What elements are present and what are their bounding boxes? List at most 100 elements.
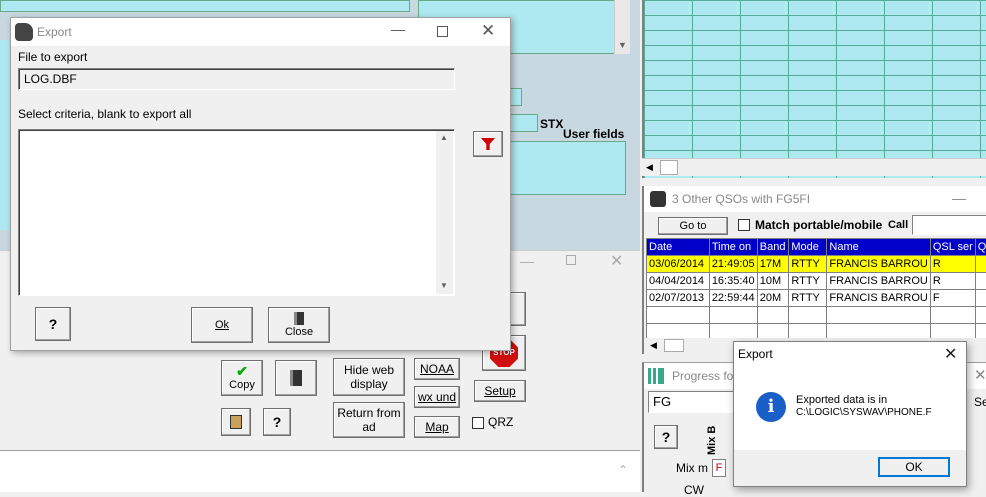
lower-window-min-icon[interactable]: — [520,253,534,269]
col-time-on[interactable]: Time on [709,239,757,256]
table-row[interactable]: 02/07/2013 22:59:44 20M RTTY FRANCIS BAR… [647,290,986,307]
call-input[interactable] [912,215,986,235]
map-label: Map [425,420,448,434]
qso-table: Date Time on Band Mode Name QSL ser QSL … [646,238,986,338]
col-mode[interactable]: Mode [789,239,827,256]
app-logo-icon [15,23,33,41]
file-to-export-field[interactable]: LOG.DBF [18,68,455,90]
goto-button[interactable]: Go to [658,217,728,235]
progress-close-icon[interactable]: ✕ [974,366,986,384]
cell: 02/07/2013 [647,290,710,307]
cell: RTTY [789,290,827,307]
qso-titlebar: 3 Other QSOs with FG5FI — [644,186,986,212]
export-help-button[interactable]: ? [35,307,71,341]
progress-help-button[interactable]: ? [654,425,678,449]
scroll-left-arrow-icon[interactable]: ◀ [646,162,653,173]
setup-button[interactable]: Setup [474,380,526,402]
user-fields-box [510,141,626,195]
message-ok-label: OK [905,460,922,474]
close-icon[interactable]: ✕ [481,21,495,41]
return-label: Return from ad [336,406,402,434]
scroll-down-arrow-icon[interactable]: ▼ [618,40,627,50]
ok-button[interactable]: Ok [191,307,253,343]
minimize-icon[interactable]: — [952,190,966,206]
scroll-up-arrow-icon[interactable]: ⌃ [618,463,628,477]
filter-funnel-icon [481,138,495,150]
top-right-grid [642,0,986,178]
exit-door-icon [294,312,304,325]
maximize-icon[interactable] [437,26,448,37]
col-qsl-sent[interactable]: QSL ser [930,239,975,256]
app-logo-icon [650,191,666,207]
paste-button[interactable] [221,408,251,436]
cell: RTTY [789,256,827,273]
exit-door-button[interactable] [275,360,317,396]
scroll-thumb[interactable] [664,339,684,352]
filter-button[interactable] [473,131,503,157]
criteria-scrollbar[interactable]: ▲ ▼ [436,131,453,294]
close-label: Close [285,325,313,339]
progress-app-icon [648,368,664,384]
mix-f-box[interactable]: F [712,459,726,477]
map-button[interactable]: Map [414,416,460,438]
goto-label: Go to [680,219,707,233]
close-icon[interactable]: ✕ [944,344,957,364]
cw-label: CW [684,483,704,497]
cell: FRANCIS BARROU [827,256,930,273]
scrollbar-vertical[interactable]: ▼ [614,0,630,54]
ok-label: Ok [215,318,229,332]
progress-side-label: Se [974,395,986,409]
cell: 16:35:40 [709,273,757,290]
background-field-1 [510,88,522,106]
criteria-textarea[interactable]: ▲ ▼ [18,129,455,296]
question-icon: ? [662,430,671,444]
call-label: Call [888,219,908,231]
scroll-thumb[interactable] [660,160,678,175]
wx-und-button[interactable]: wx und [414,386,460,408]
grid-scrollbar[interactable]: ◀ [642,158,986,176]
lower-window-close-icon[interactable]: ✕ [610,251,623,271]
col-qsl[interactable]: QSL [975,239,986,256]
cell: 21:49:05 [709,256,757,273]
qso-header-row: Date Time on Band Mode Name QSL ser QSL [647,239,986,256]
background-bottom-strip: ⌃ [0,450,640,492]
exit-door-icon [290,370,302,386]
col-date[interactable]: Date [647,239,710,256]
return-from-ad-button[interactable]: Return from ad [333,402,405,438]
lower-window-max-icon[interactable] [566,255,576,265]
hide-web-label: Hide web display [339,363,399,391]
cell [975,256,986,273]
copy-button[interactable]: ✔ Copy [221,360,263,396]
message-line-2: C:\LOGIC\SYSWAV\PHONE.F [796,407,932,418]
noaa-label: NOAA [420,362,454,376]
background-field-2 [510,114,538,132]
match-checkbox[interactable] [738,219,750,231]
scroll-down-arrow-icon[interactable]: ▼ [440,281,448,290]
message-ok-button[interactable]: OK [878,457,950,477]
close-button[interactable]: Close [268,307,330,343]
progress-window-title: Progress for [672,369,737,383]
message-line-1: Exported data is in [796,394,887,406]
bg-help-button[interactable]: ? [263,408,291,436]
qrz-label: QRZ [488,415,513,429]
checkmark-icon: ✔ [236,364,248,378]
mix-mode-label: Mix m [676,461,708,475]
qrz-checkbox[interactable] [472,417,484,429]
scroll-left-arrow-icon[interactable]: ◀ [650,340,657,351]
cell: FRANCIS BARROU [827,290,930,307]
export-window: Export — ✕ File to export LOG.DBF Select… [10,17,511,351]
col-name[interactable]: Name [827,239,930,256]
noaa-button[interactable]: NOAA [414,358,460,380]
scroll-up-arrow-icon[interactable]: ▲ [440,133,448,142]
progress-call-input[interactable]: FG [648,391,738,413]
user-fields-label: User fields [563,127,624,141]
hide-web-display-button[interactable]: Hide web display [333,358,405,396]
table-row[interactable]: 03/06/2014 21:49:05 17M RTTY FRANCIS BAR… [647,256,986,273]
table-row[interactable]: 04/04/2014 16:35:40 10M RTTY FRANCIS BAR… [647,273,986,290]
minimize-icon[interactable]: — [391,21,405,37]
col-band[interactable]: Band [757,239,789,256]
background-panel-top [0,0,410,12]
qso-window-title: 3 Other QSOs with FG5FI [672,192,810,206]
cell: FRANCIS BARROU [827,273,930,290]
cell: 10M [757,273,789,290]
